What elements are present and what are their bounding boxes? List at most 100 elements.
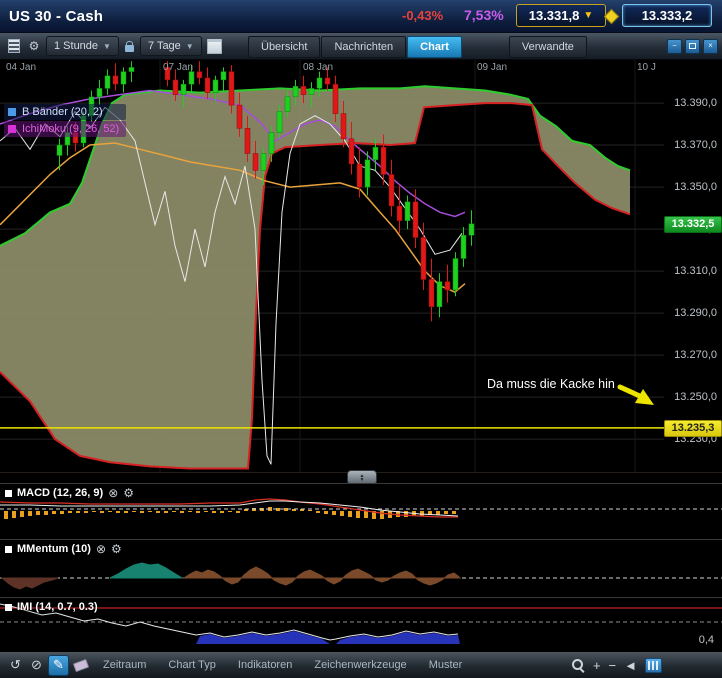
candle: [381, 147, 386, 174]
momentum-panel: MMentum (10) ⊗ ⚙: [0, 539, 722, 597]
candle: [97, 88, 102, 96]
candle: [421, 238, 426, 280]
drawing-price-tag: 13.235,3: [664, 420, 722, 437]
date-label: 10 J: [637, 62, 656, 73]
change-percent-purple: 7,53%: [464, 7, 504, 23]
range-dropdown[interactable]: 7 Tage ▼: [140, 36, 202, 56]
settings-button[interactable]: ⚙: [25, 37, 43, 55]
candle: [277, 112, 282, 133]
momentum-title: MMentum (10): [17, 543, 91, 555]
legend-color-icon: [8, 125, 16, 133]
button-muster[interactable]: Muster: [418, 655, 474, 675]
detach-window-button[interactable]: [5, 37, 23, 55]
ask-price-button[interactable]: 13.333,2: [622, 4, 712, 27]
candle: [365, 160, 370, 187]
macd-header: MACD (12, 26, 9) ⊗ ⚙: [5, 487, 134, 499]
candle: [373, 147, 378, 160]
candle: [229, 72, 234, 106]
candle: [453, 259, 458, 291]
chevron-down-icon: ▼: [186, 42, 194, 51]
interval-dropdown[interactable]: 1 Stunde ▼: [46, 36, 119, 56]
interval-label: 1 Stunde: [54, 40, 98, 52]
candle: [213, 80, 218, 93]
legend-item[interactable]: B Bänder (20, 2): [4, 104, 126, 120]
magnifier-icon[interactable]: [572, 659, 585, 672]
indicator-settings-icon[interactable]: ⚙: [123, 487, 134, 499]
list-icon: [8, 39, 20, 53]
candle: [437, 282, 442, 307]
candle: [173, 80, 178, 95]
chevron-down-icon: ▼: [103, 42, 111, 51]
close-button[interactable]: ×: [703, 39, 718, 54]
close-indicator-icon[interactable]: ⊗: [108, 487, 118, 499]
disable-drawing-button[interactable]: ⊘: [27, 656, 46, 675]
price-axis-label: 13.370,0: [674, 139, 717, 151]
data-grid-icon[interactable]: [645, 658, 662, 673]
candle: [105, 76, 110, 89]
chart-menu-buttons: ZeitraumChart TypIndikatorenZeichenwerkz…: [92, 655, 473, 675]
legend-item[interactable]: IchiMoku (9, 26, 52): [4, 121, 126, 137]
tab-nachrichten[interactable]: Nachrichten: [321, 36, 406, 58]
reset-zoom-button[interactable]: ↺: [6, 656, 25, 675]
candle: [469, 224, 474, 236]
candle: [189, 72, 194, 85]
date-label: 08 Jan: [303, 62, 333, 73]
chart-annotation-text[interactable]: Da muss die Kacke hin: [487, 377, 615, 391]
tab-chart[interactable]: Chart: [407, 36, 462, 58]
candle: [309, 88, 314, 94]
tab-verwandte[interactable]: Verwandte: [509, 36, 587, 58]
candle: [389, 175, 394, 207]
close-indicator-icon[interactable]: ⊗: [96, 543, 106, 555]
candle: [113, 76, 118, 84]
candle: [205, 78, 210, 93]
calendar-icon[interactable]: [207, 39, 222, 54]
zoom-out-icon[interactable]: −: [609, 659, 617, 672]
candle: [253, 154, 258, 171]
main-chart-area: B Bänder (20, 2)IchiMoku (9, 26, 52) Da …: [0, 60, 722, 472]
draw-button[interactable]: ✎: [48, 655, 69, 676]
trading-app-window: US 30 - Cash -0,43% 7,53% 13.331,8 ▼ 13.…: [0, 0, 722, 674]
price-axis-label: 13.350,0: [674, 181, 717, 193]
candle: [341, 114, 346, 139]
eraser-icon: [72, 658, 88, 671]
zoom-in-icon[interactable]: +: [593, 659, 601, 672]
candle: [285, 97, 290, 112]
eraser-button[interactable]: [71, 656, 90, 675]
change-percent-red: -0,43%: [402, 8, 443, 23]
pan-left-icon[interactable]: ◄: [624, 659, 637, 672]
candle: [293, 86, 298, 97]
bid-price-button[interactable]: 13.331,8 ▼: [516, 4, 606, 27]
imi-panel: IMI (14, 0.7, 0.3) 0,4: [0, 597, 722, 651]
zoom-controls: + − ◄: [572, 658, 662, 673]
rotate-icon: ↺: [10, 657, 21, 673]
candle: [261, 154, 266, 171]
candle: [221, 72, 226, 80]
candle: [57, 145, 62, 156]
imi-header: IMI (14, 0.7, 0.3): [5, 601, 98, 613]
price-axis-label: 13.250,0: [674, 391, 717, 403]
imi-axis-label: 0,4: [699, 634, 714, 646]
maximize-button[interactable]: [685, 39, 700, 54]
tab--bersicht[interactable]: Übersicht: [248, 36, 320, 58]
candle: [349, 139, 354, 164]
imi-canvas[interactable]: [0, 598, 722, 652]
legend-color-icon: [8, 108, 16, 116]
view-tabs: ÜbersichtNachrichtenChart Verwandte: [248, 36, 588, 56]
window-controls: − ×: [667, 39, 718, 54]
candle: [197, 72, 202, 78]
price-down-arrow-icon: ▼: [583, 11, 593, 21]
minimize-button[interactable]: −: [667, 39, 682, 54]
price-axis-label: 13.290,0: [674, 307, 717, 319]
panel-bullet-icon: [5, 546, 12, 553]
candle: [397, 206, 402, 221]
button-indikatoren[interactable]: Indikatoren: [227, 655, 303, 675]
gear-icon: ⚙: [29, 39, 40, 53]
indicator-settings-icon[interactable]: ⚙: [111, 543, 122, 555]
button-chart-typ[interactable]: Chart Typ: [157, 655, 227, 675]
candle: [301, 86, 306, 94]
candle: [325, 78, 330, 84]
lock-icon[interactable]: [125, 45, 134, 52]
annotation-arrow[interactable]: [620, 387, 642, 397]
button-zeichenwerkzeuge[interactable]: Zeichenwerkzeuge: [303, 655, 417, 675]
button-zeitraum[interactable]: Zeitraum: [92, 655, 157, 675]
